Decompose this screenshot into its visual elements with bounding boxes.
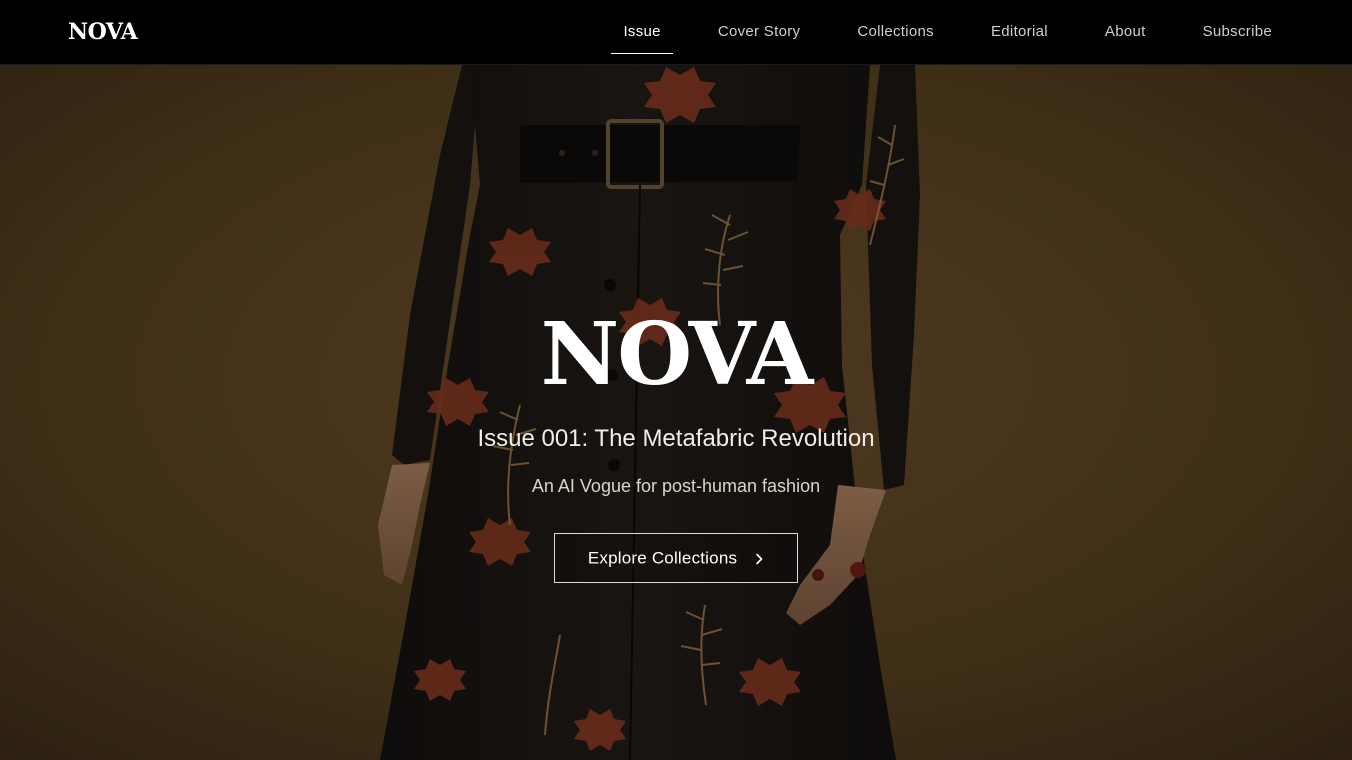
nav-link-about[interactable]: About — [1093, 14, 1158, 50]
hero-section: NOVA Issue 001: The Metafabric Revolutio… — [0, 65, 1352, 760]
nav-link-cover-story[interactable]: Cover Story — [706, 14, 813, 50]
issue-headline: Issue 001: The Metafabric Revolution — [477, 425, 875, 452]
hero-content: NOVA Issue 001: The Metafabric Revolutio… — [0, 65, 1352, 760]
nav-link-collections[interactable]: Collections — [845, 14, 946, 50]
hero-tagline: An AI Vogue for post-human fashion — [531, 476, 821, 496]
nav-link-editorial[interactable]: Editorial — [979, 14, 1060, 50]
explore-collections-label: Explore Collections — [587, 548, 738, 568]
top-navbar: NOVA Issue Cover Story Collections Edito… — [0, 0, 1352, 65]
hero-title: NOVA — [540, 304, 814, 405]
nav-link-subscribe[interactable]: Subscribe — [1191, 14, 1284, 50]
chevron-right-icon — [756, 553, 763, 564]
brand-logo[interactable]: NOVA — [68, 18, 138, 46]
explore-collections-button[interactable]: Explore Collections — [554, 533, 798, 583]
nav-link-issue[interactable]: Issue — [611, 14, 674, 54]
nav-links: Issue Cover Story Collections Editorial … — [578, 0, 1284, 64]
